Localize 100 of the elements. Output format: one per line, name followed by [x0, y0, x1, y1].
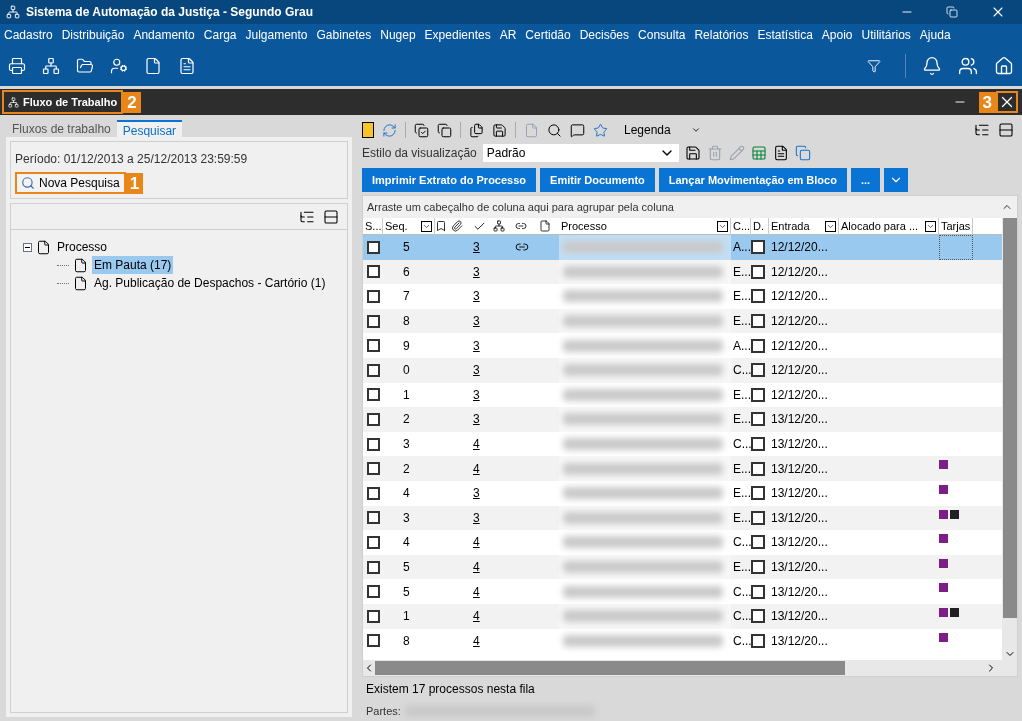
action-button[interactable]: Imprimir Extrato do Processo — [362, 168, 537, 192]
menu-item[interactable]: Andamento — [133, 26, 195, 44]
row-checkbox[interactable] — [367, 535, 380, 549]
document-icon[interactable] — [178, 57, 196, 75]
tree-view-icon[interactable] — [974, 122, 990, 138]
column-header[interactable]: Entrada — [771, 218, 810, 235]
search-icon[interactable] — [547, 122, 562, 138]
table-row[interactable]: 1 4 C... 13/12/20... — [363, 603, 1002, 629]
export-icon[interactable] — [794, 145, 811, 161]
menu-item[interactable]: Utilitários — [861, 26, 911, 44]
menu-item[interactable]: Consulta — [638, 26, 686, 44]
tree-item[interactable]: Em Pauta (17) — [92, 256, 174, 274]
row-checkbox[interactable] — [751, 314, 765, 329]
count-link[interactable]: 3 — [473, 238, 493, 257]
menu-item[interactable]: Relatórios — [694, 26, 749, 44]
menu-item[interactable]: Cadastro — [4, 26, 53, 44]
row-checkbox[interactable] — [367, 437, 380, 451]
row-checkbox[interactable] — [751, 535, 765, 550]
column-header[interactable]: Alocado para ... — [841, 218, 919, 235]
count-link[interactable]: 3 — [473, 410, 493, 429]
more-dropdown-button[interactable] — [884, 168, 909, 192]
horizontal-scrollbar[interactable] — [363, 660, 1017, 676]
menu-item[interactable]: Julgamento — [245, 26, 308, 44]
column-header[interactable]: D. — [753, 218, 764, 235]
action-button[interactable]: Lançar Movimentação em Bloco — [658, 168, 847, 192]
row-checkbox[interactable] — [367, 388, 380, 402]
home-icon[interactable] — [994, 56, 1014, 76]
menu-item[interactable]: Ajuda — [919, 26, 951, 44]
table-row[interactable]: 2 4 E... 13/12/20... — [363, 456, 1002, 481]
row-checkbox[interactable] — [751, 437, 765, 452]
count-link[interactable]: 3 — [473, 312, 493, 331]
folder-icon[interactable] — [76, 57, 94, 75]
menu-item[interactable]: Certidão — [525, 26, 571, 44]
row-checkbox[interactable] — [367, 290, 380, 303]
document-icon[interactable] — [772, 145, 789, 161]
column-header[interactable]: Seq. — [385, 218, 408, 235]
count-link[interactable]: 4 — [473, 459, 493, 478]
new-search-button[interactable]: Nova Pesquisa — [15, 172, 126, 194]
row-checkbox[interactable] — [751, 240, 765, 255]
count-link[interactable]: 3 — [473, 484, 493, 503]
column-header[interactable]: Tarjas — [941, 218, 971, 235]
menu-item[interactable]: Decisões — [579, 26, 630, 44]
table-row[interactable]: 8 3 E... 12/12/20... — [363, 308, 1002, 334]
row-checkbox[interactable] — [367, 240, 380, 254]
count-link[interactable]: 3 — [473, 361, 493, 380]
row-checkbox[interactable] — [367, 363, 380, 377]
row-checkbox[interactable] — [367, 486, 380, 500]
row-checkbox[interactable] — [367, 511, 380, 525]
row-checkbox[interactable] — [751, 560, 765, 574]
table-row[interactable]: 5 3 A... 12/12/20... — [363, 235, 1002, 260]
row-checkbox[interactable] — [751, 486, 765, 501]
row-checkbox[interactable] — [751, 412, 765, 427]
save-icon[interactable] — [492, 122, 507, 138]
filter-dropdown-icon[interactable] — [825, 220, 836, 232]
row-checkbox[interactable] — [367, 609, 380, 623]
count-link[interactable]: 4 — [473, 582, 493, 601]
count-link[interactable]: 4 — [473, 533, 493, 552]
column-header[interactable]: S... — [365, 218, 382, 235]
menu-item[interactable]: Estatística — [757, 26, 813, 44]
row-checkbox[interactable] — [751, 363, 765, 378]
table-row[interactable]: 2 3 E... 13/12/20... — [363, 407, 1002, 432]
row-checkbox[interactable] — [367, 339, 380, 353]
count-link[interactable]: 3 — [473, 508, 493, 527]
row-checkbox[interactable] — [751, 510, 765, 525]
collapse-icon[interactable] — [323, 208, 339, 225]
menu-item[interactable]: Apoio — [821, 26, 853, 44]
menu-item[interactable]: Carga — [203, 26, 237, 44]
tab[interactable]: Pesquisar — [116, 120, 183, 137]
table-row[interactable]: 3 3 E... 13/12/20... — [363, 505, 1002, 531]
action-button[interactable]: Emitir Documento — [540, 168, 655, 192]
row-checkbox[interactable] — [367, 265, 380, 279]
count-link[interactable]: 4 — [473, 631, 493, 650]
copy-icon[interactable] — [437, 122, 452, 138]
menu-item[interactable]: Nugep — [380, 26, 416, 44]
vertical-scrollbar[interactable] — [1002, 218, 1017, 660]
restore-icon[interactable] — [946, 6, 958, 18]
row-checkbox[interactable] — [367, 412, 380, 426]
attachment-icon[interactable] — [451, 220, 463, 233]
user-settings-icon[interactable] — [110, 57, 128, 75]
row-checkbox[interactable] — [751, 338, 765, 353]
collapse-icon[interactable] — [998, 122, 1014, 138]
hierarchy-icon[interactable] — [42, 57, 60, 75]
legend-dropdown[interactable]: Legenda — [624, 121, 701, 139]
filter-dropdown-icon[interactable] — [925, 220, 936, 232]
hierarchy-icon[interactable] — [493, 220, 505, 233]
spreadsheet-icon[interactable] — [750, 145, 767, 161]
table-row[interactable]: 5 4 E... 13/12/20... — [363, 554, 1002, 580]
count-link[interactable]: 3 — [473, 262, 493, 281]
row-checkbox[interactable] — [751, 461, 765, 476]
count-link[interactable]: 4 — [473, 607, 493, 626]
row-checkbox[interactable] — [367, 634, 380, 648]
table-row[interactable]: 6 3 E... 12/12/20... — [363, 259, 1002, 285]
select-all-icon[interactable] — [414, 122, 429, 138]
row-checkbox[interactable] — [751, 387, 765, 402]
column-header[interactable]: C... — [733, 218, 751, 235]
document-icon[interactable] — [539, 220, 551, 233]
count-link[interactable]: 4 — [473, 558, 493, 576]
menu-item[interactable]: AR — [499, 26, 517, 44]
comment-icon[interactable] — [570, 122, 585, 138]
row-checkbox[interactable] — [367, 462, 380, 476]
